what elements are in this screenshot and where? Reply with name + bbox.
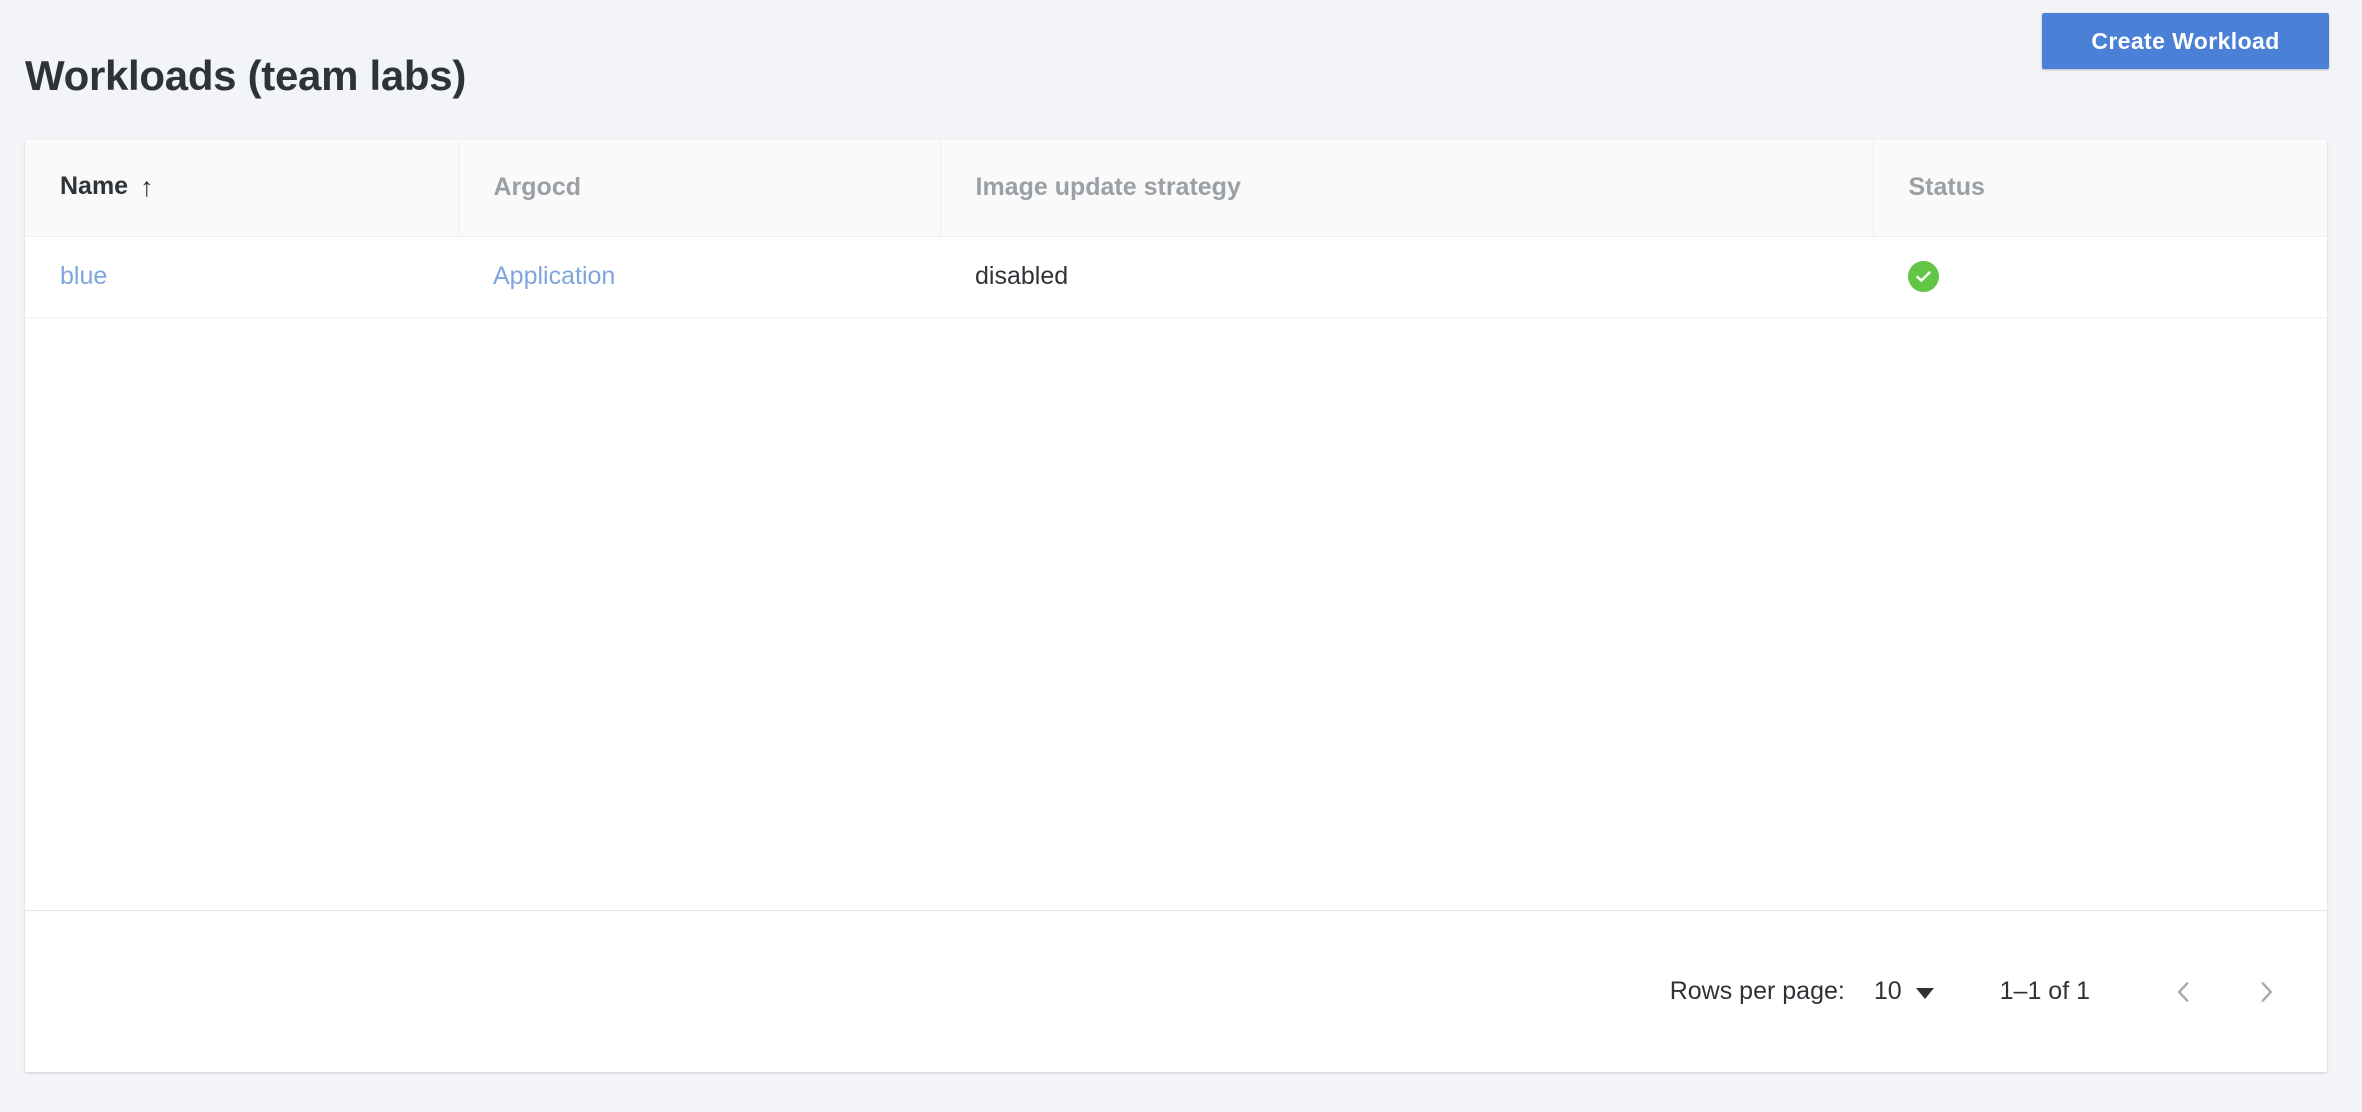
column-header-name-label: Name bbox=[60, 172, 129, 201]
column-header-status[interactable]: Status bbox=[1873, 140, 2327, 237]
workloads-table: Name ↑ Argocd Image update strategy Statu… bbox=[25, 140, 2327, 318]
cell-name: blue bbox=[25, 236, 458, 318]
table-pagination: Rows per page: 10 1–1 of 1 bbox=[25, 911, 2327, 1072]
table-row[interactable]: blue Application disabled bbox=[25, 236, 2327, 318]
table-header-row: Name ↑ Argocd Image update strategy Statu… bbox=[25, 140, 2327, 237]
rows-per-page-value: 10 bbox=[1873, 977, 1902, 1005]
page-header: Workloads (team labs) Create Workload bbox=[0, 0, 2362, 140]
arrow-up-icon: ↑ bbox=[140, 172, 154, 203]
table-header: Name ↑ Argocd Image update strategy Statu… bbox=[25, 140, 2327, 237]
workloads-table-card: Name ↑ Argocd Image update strategy Statu… bbox=[25, 140, 2327, 1072]
table-body: blue Application disabled bbox=[25, 236, 2327, 318]
rows-per-page-select[interactable]: 10 bbox=[1874, 977, 1934, 1006]
workloads-page: Workloads (team labs) Create Workload Na… bbox=[0, 0, 2362, 1112]
column-header-image-update-strategy[interactable]: Image update strategy bbox=[940, 140, 1874, 237]
cell-status bbox=[1873, 236, 2327, 318]
workload-name-link[interactable]: blue bbox=[60, 262, 107, 290]
table-empty-space bbox=[25, 317, 2327, 911]
check-circle-icon bbox=[1908, 261, 1939, 292]
create-workload-button[interactable]: Create Workload bbox=[2042, 13, 2329, 69]
pagination-range-label: 1–1 of 1 bbox=[1999, 977, 2090, 1005]
cell-image-update-strategy: disabled bbox=[940, 236, 1873, 318]
page-title: Workloads (team labs) bbox=[25, 52, 467, 99]
column-header-name[interactable]: Name ↑ bbox=[25, 140, 459, 237]
chevron-left-icon bbox=[2171, 979, 2197, 1005]
argocd-application-link[interactable]: Application bbox=[493, 262, 615, 290]
chevron-down-icon bbox=[1915, 987, 1934, 999]
chevron-right-icon bbox=[2253, 979, 2279, 1005]
cell-argocd: Application bbox=[458, 236, 940, 318]
column-header-argocd[interactable]: Argocd bbox=[458, 140, 941, 237]
next-page-button[interactable] bbox=[2236, 962, 2296, 1022]
previous-page-button[interactable] bbox=[2154, 962, 2214, 1022]
pagination-nav bbox=[2154, 962, 2296, 1022]
rows-per-page-label: Rows per page: bbox=[1669, 977, 1845, 1005]
